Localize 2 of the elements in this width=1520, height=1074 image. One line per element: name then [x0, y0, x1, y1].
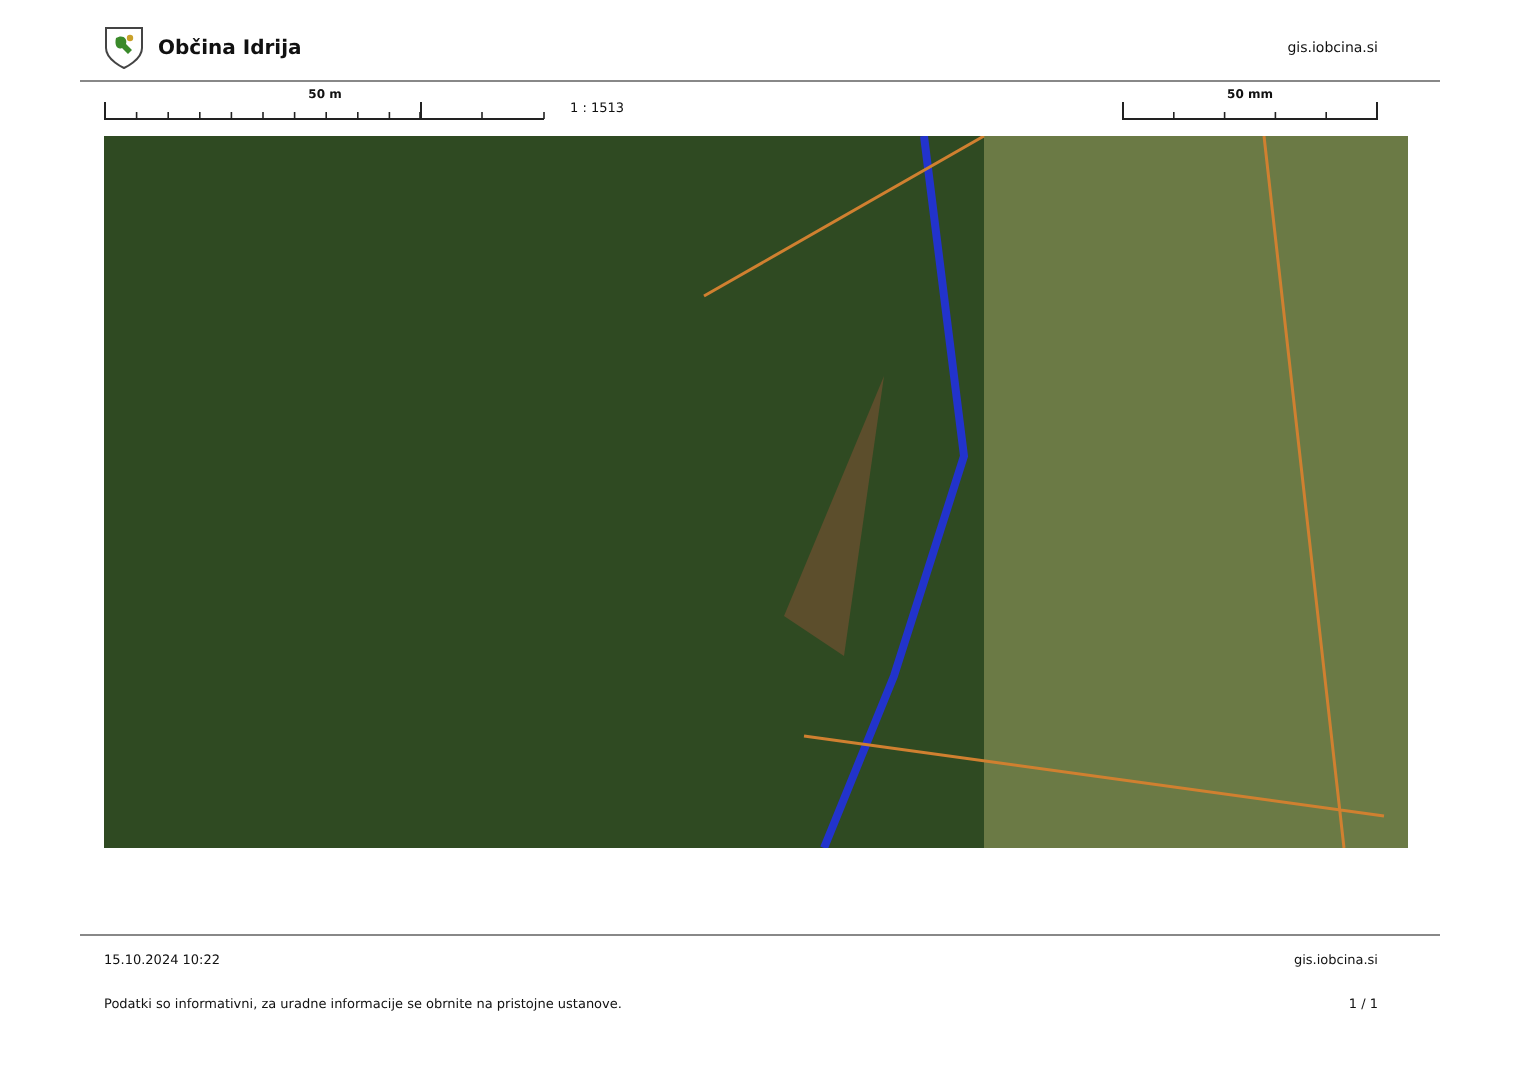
municipality-title: Občina Idrija: [158, 37, 302, 59]
coat-of-arms-icon: [104, 26, 144, 70]
